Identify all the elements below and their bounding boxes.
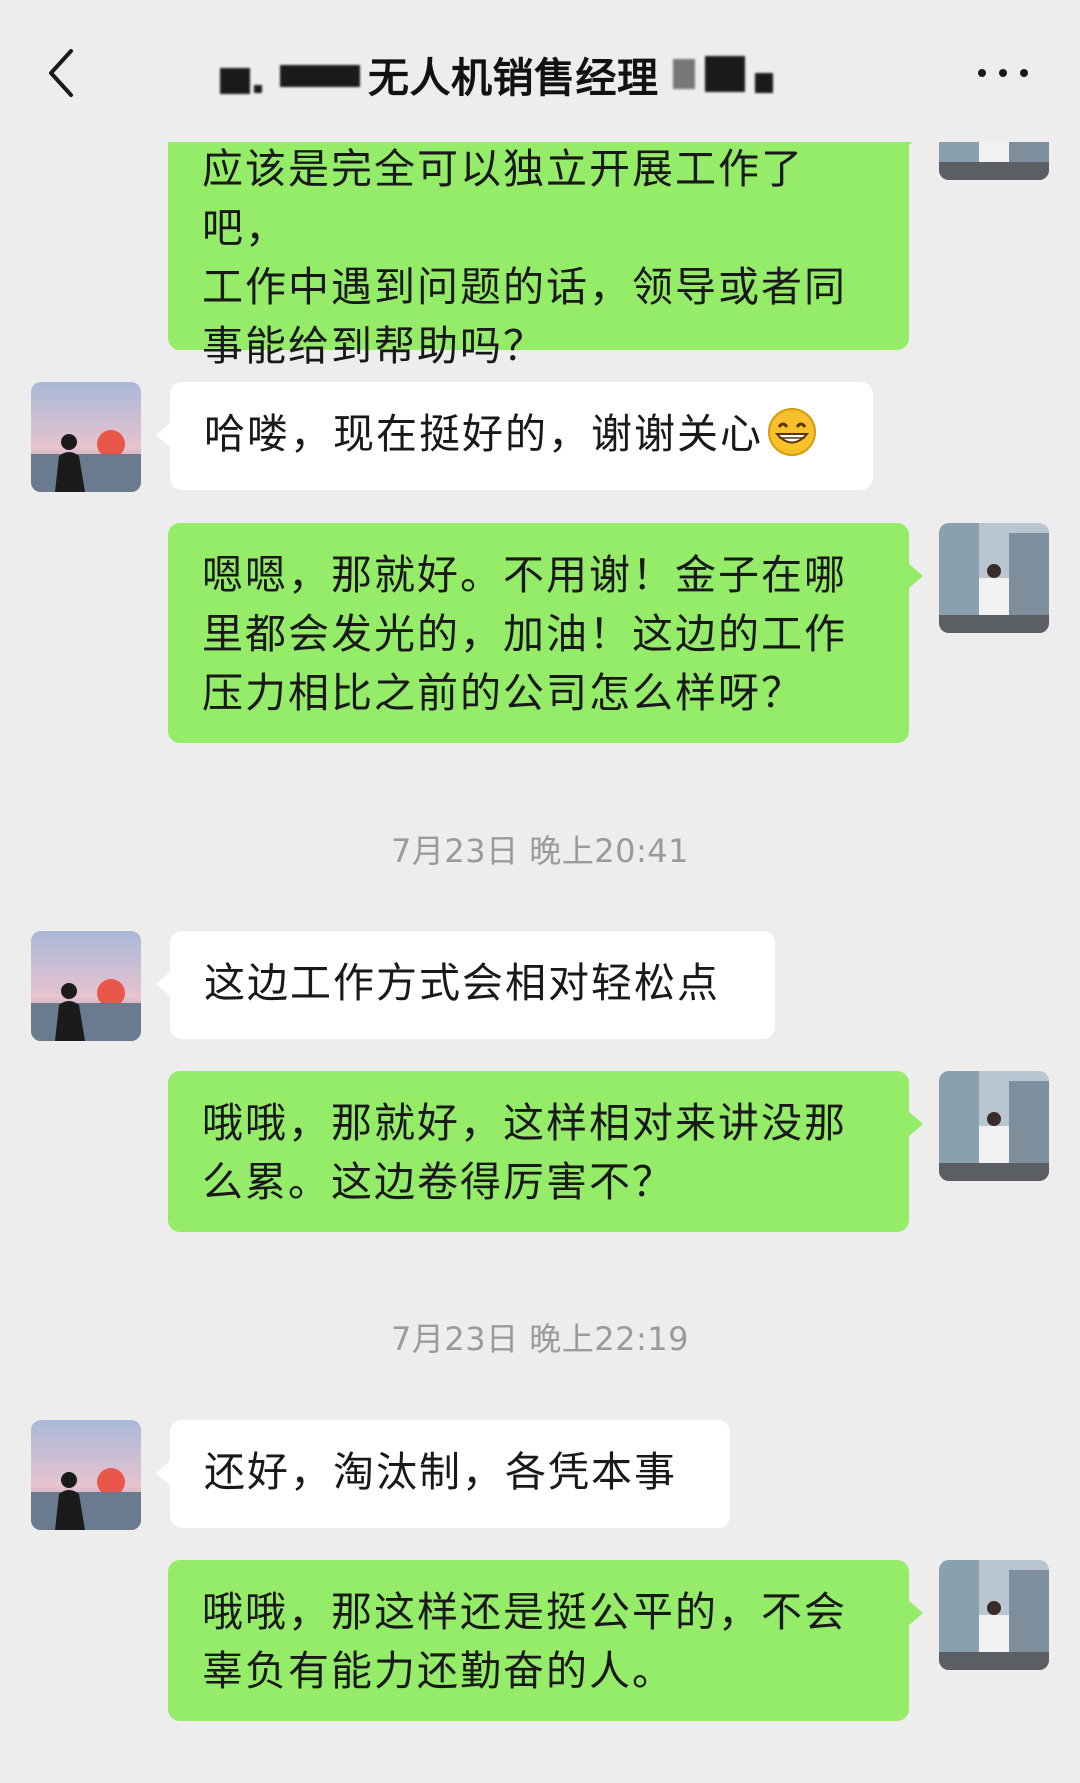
more-dot [999, 69, 1007, 77]
chat-title[interactable]: 无人机销售经理 [220, 40, 860, 108]
more-dot [978, 69, 986, 77]
my-avatar[interactable] [939, 1071, 1049, 1181]
message-timestamp: 7月23日 晚上22:19 [391, 1320, 689, 1358]
more-dot [1020, 69, 1028, 77]
contact-name: 无人机销售经理 [368, 54, 659, 102]
redacted-name-block [254, 85, 262, 93]
message-bubble-incoming[interactable]: 还好，淘汰制，各凭本事 [156, 1420, 730, 1528]
contact-avatar-sunset-icon [31, 931, 141, 1041]
message-bubble-outgoing[interactable]: 哦哦，那就好，这样相对来讲没那 么累。这边卷得厉害不？ [168, 1071, 923, 1232]
message-bubble-outgoing[interactable]: 嗯嗯，那就好。不用谢！金子在哪 里都会发光的，加油！这边的工作 压力相比之前的公… [168, 523, 923, 743]
redacted-name-block [220, 68, 250, 94]
message-line: 工作中遇到问题的话，领导或者同 [202, 263, 847, 311]
message-bubble-incoming[interactable]: 这边工作方式会相对轻松点 [156, 931, 775, 1039]
message-line: 哦哦，那这样还是挺公平的，不会 [202, 1588, 847, 1636]
message-line: 嗯嗯，那就好。不用谢！金子在哪 [202, 551, 847, 599]
my-avatar[interactable] [939, 1560, 1049, 1670]
my-avatar-photo-icon [939, 523, 1049, 633]
message-text: 还好，淘汰制，各凭本事 [204, 1448, 677, 1496]
redacted-name-block [280, 65, 360, 87]
redacted-name-block [754, 73, 773, 93]
grinning-face-icon [768, 408, 816, 456]
back-button[interactable] [36, 40, 86, 106]
message-line: 事能给到帮助吗？ [202, 322, 546, 370]
chat-header: 无人机销售经理 [0, 0, 1080, 142]
contact-avatar[interactable] [31, 1420, 141, 1530]
contact-avatar-sunset-icon [31, 1420, 141, 1530]
chevron-left-icon [49, 49, 73, 97]
message-timestamp: 7月23日 晚上20:41 [391, 832, 689, 870]
message-line: 辜负有能力还勤奋的人。 [202, 1647, 675, 1695]
more-options-button[interactable] [968, 50, 1038, 96]
message-line: 应该是完全可以独立开展工作了吧， [202, 145, 804, 252]
my-avatar[interactable] [939, 523, 1049, 633]
message-text: 哈喽，现在挺好的，谢谢关心 [204, 410, 763, 458]
message-bubble-outgoing[interactable]: 哦哦，那这样还是挺公平的，不会 辜负有能力还勤奋的人。 [168, 1560, 923, 1721]
message-line: 里都会发光的，加油！这边的工作 [202, 610, 847, 658]
contact-avatar[interactable] [31, 382, 141, 492]
redacted-name-block [672, 59, 695, 89]
message-line: 哦哦，那就好，这样相对来讲没那 [202, 1099, 847, 1147]
contact-avatar[interactable] [31, 931, 141, 1041]
message-line: 压力相比之前的公司怎么样呀？ [202, 669, 804, 717]
message-text: 这边工作方式会相对轻松点 [204, 959, 720, 1007]
message-line: 么累。这边卷得厉害不？ [202, 1158, 675, 1206]
message-bubble-incoming[interactable]: 哈喽，现在挺好的，谢谢关心 [156, 382, 873, 490]
contact-avatar-sunset-icon [31, 382, 141, 492]
my-avatar-photo-icon [939, 1560, 1049, 1670]
chat-area[interactable]: 应该是完全可以独立开展工作了吧， 工作中遇到问题的话，领导或者同 事能给到帮助吗… [0, 0, 1080, 1783]
redacted-name-block [704, 56, 745, 92]
my-avatar-photo-icon [939, 1071, 1049, 1181]
